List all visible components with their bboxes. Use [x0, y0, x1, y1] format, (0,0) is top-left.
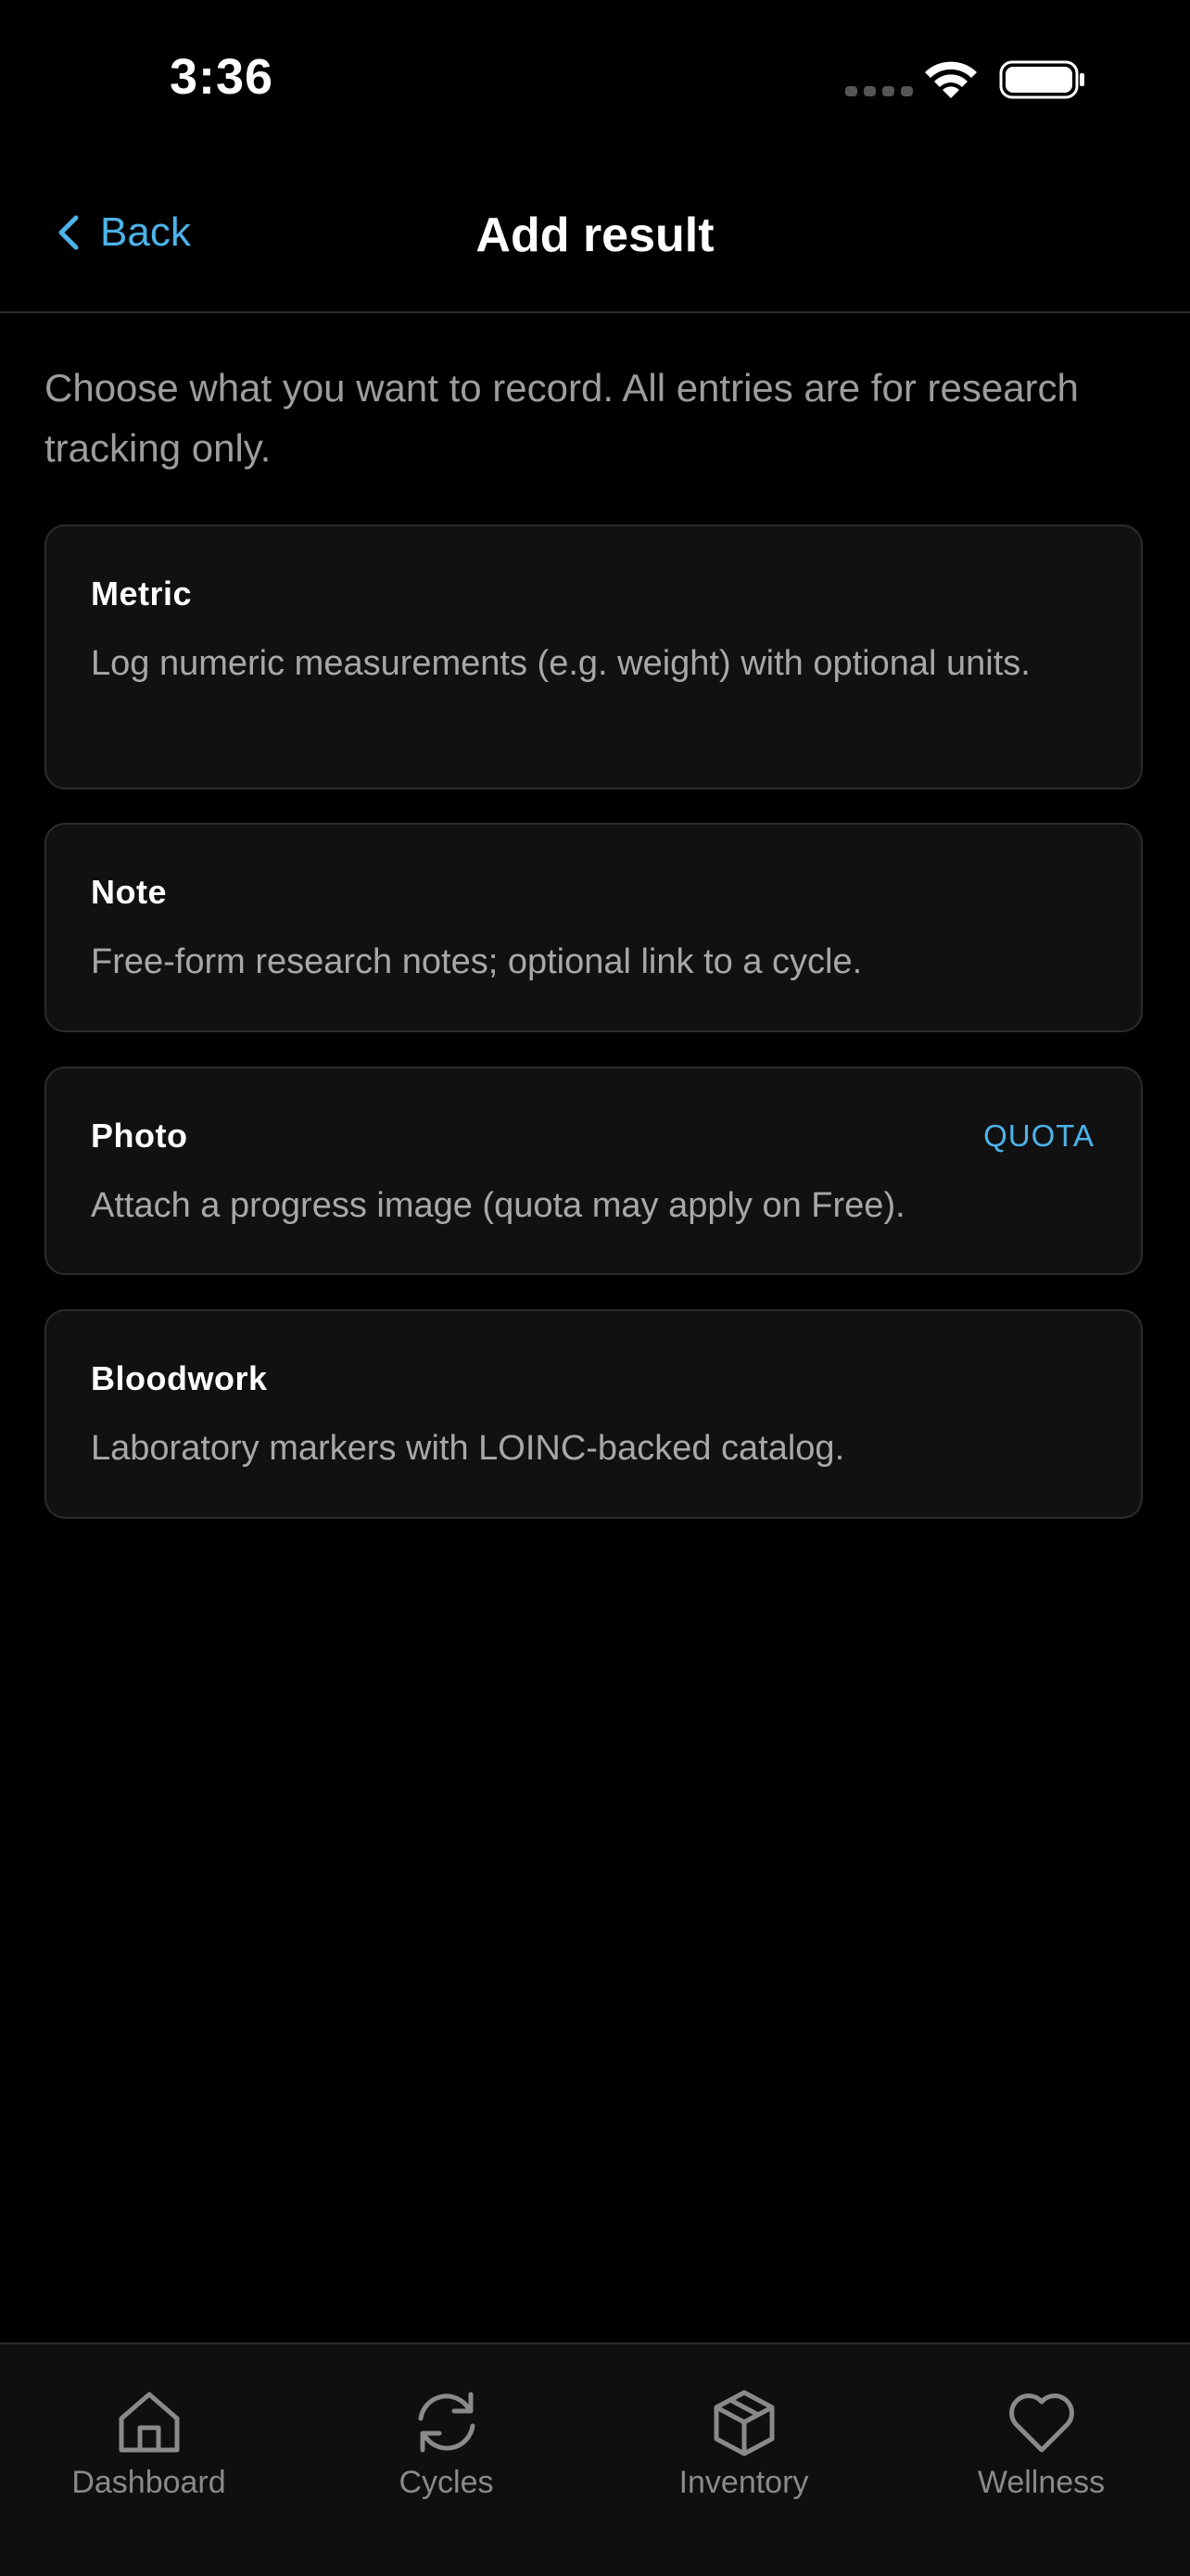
intro-text: Choose what you want to record. All entr…: [44, 366, 1079, 470]
option-card-metric[interactable]: Metric Log numeric measurements (e.g. we…: [44, 524, 1143, 789]
option-card-photo[interactable]: Photo QUOTA Attach a progress image (quo…: [44, 1067, 1143, 1275]
tab-dashboard[interactable]: Dashboard: [0, 2344, 298, 2576]
status-bar: 3:36: [0, 0, 1190, 158]
home-icon: [119, 2392, 179, 2453]
tab-label: Dashboard: [71, 2465, 226, 2500]
battery-icon: [999, 60, 1084, 99]
tab-bar: Dashboard Cycles Inventory Wellness: [0, 2342, 1190, 2576]
cellular-signal-icon: [845, 86, 913, 96]
card-description: Log numeric measurements (e.g. weight) w…: [91, 644, 1031, 683]
tab-label: Inventory: [678, 2465, 809, 2500]
tab-cycles[interactable]: Cycles: [298, 2344, 595, 2576]
navigation-bar: Back Add result: [0, 158, 1190, 313]
tab-inventory[interactable]: Inventory: [595, 2344, 892, 2576]
card-title: Bloodwork: [91, 1359, 268, 1397]
quota-badge: QUOTA: [983, 1118, 1095, 1153]
refresh-icon: [418, 2392, 475, 2453]
tab-wellness[interactable]: Wellness: [892, 2344, 1190, 2576]
status-time: 3:36: [170, 49, 274, 105]
tab-label: Wellness: [977, 2465, 1106, 2500]
box-icon: [714, 2390, 774, 2456]
card-title: Metric: [91, 575, 193, 612]
card-description: Free-form research notes; optional link …: [91, 942, 863, 981]
option-card-bloodwork[interactable]: Bloodwork Laboratory markers with LOINC-…: [44, 1309, 1143, 1519]
card-title: Note: [91, 873, 167, 911]
card-description: Laboratory markers with LOINC-backed cat…: [91, 1429, 845, 1468]
card-description: Attach a progress image (quota may apply…: [91, 1186, 905, 1225]
wifi-icon: [925, 61, 977, 98]
card-title: Photo: [91, 1117, 188, 1155]
heart-icon: [1008, 2393, 1074, 2453]
page-title: Add result: [475, 208, 715, 262]
option-card-note[interactable]: Note Free-form research notes; optional …: [44, 823, 1143, 1032]
tab-label: Cycles: [399, 2465, 494, 2500]
